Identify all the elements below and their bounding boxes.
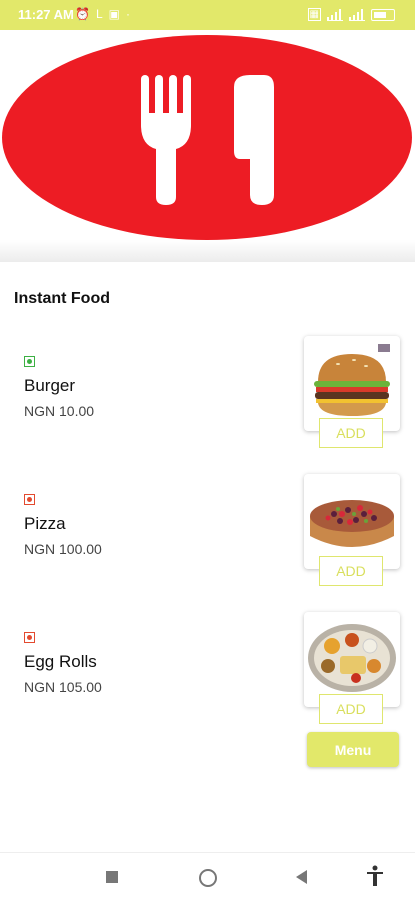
signal-icon bbox=[327, 8, 343, 21]
menu-button[interactable]: Menu bbox=[307, 732, 399, 767]
alarm-icon: ⏰ bbox=[75, 7, 96, 21]
item-name: Pizza bbox=[24, 514, 66, 533]
item-price: NGN 100.00 bbox=[24, 541, 102, 557]
item-name: Egg Rolls bbox=[24, 652, 97, 671]
pizza-image bbox=[304, 474, 400, 569]
restaurant-logo bbox=[2, 35, 412, 240]
veg-indicator-icon bbox=[24, 356, 35, 367]
dot-icon: · bbox=[125, 7, 136, 21]
battery-icon bbox=[371, 8, 395, 21]
home-icon[interactable] bbox=[199, 869, 217, 887]
status-time: 11:27 AM bbox=[18, 7, 74, 22]
burger-image bbox=[304, 336, 400, 431]
add-button[interactable]: ADD bbox=[319, 694, 383, 724]
system-nav-bar bbox=[0, 852, 415, 901]
section-title: Instant Food bbox=[14, 290, 110, 307]
status-right-icons: ▦ bbox=[307, 8, 395, 21]
item-price: NGN 105.00 bbox=[24, 679, 102, 695]
recents-icon[interactable] bbox=[106, 871, 118, 883]
platter-image bbox=[304, 612, 400, 707]
add-button[interactable]: ADD bbox=[319, 418, 383, 448]
nonveg-indicator-icon bbox=[24, 632, 35, 643]
item-price: NGN 10.00 bbox=[24, 403, 95, 419]
sim-icon: ▦ bbox=[307, 8, 321, 21]
status-bar: 11:27 AM ⏰L▣· ▦ bbox=[0, 0, 415, 30]
hero-divider bbox=[0, 240, 415, 262]
status-left-icons: ⏰L▣· bbox=[75, 7, 136, 21]
hero-banner bbox=[0, 30, 415, 260]
nonveg-indicator-icon bbox=[24, 494, 35, 505]
add-button[interactable]: ADD bbox=[319, 556, 383, 586]
item-name: Burger bbox=[24, 376, 76, 395]
back-icon[interactable] bbox=[296, 870, 307, 884]
l-icon: L bbox=[95, 7, 109, 21]
signal-icon bbox=[349, 8, 365, 21]
fork-knife-icon bbox=[141, 75, 274, 205]
app-icon: ▣ bbox=[108, 7, 126, 21]
accessibility-icon[interactable] bbox=[365, 865, 385, 892]
